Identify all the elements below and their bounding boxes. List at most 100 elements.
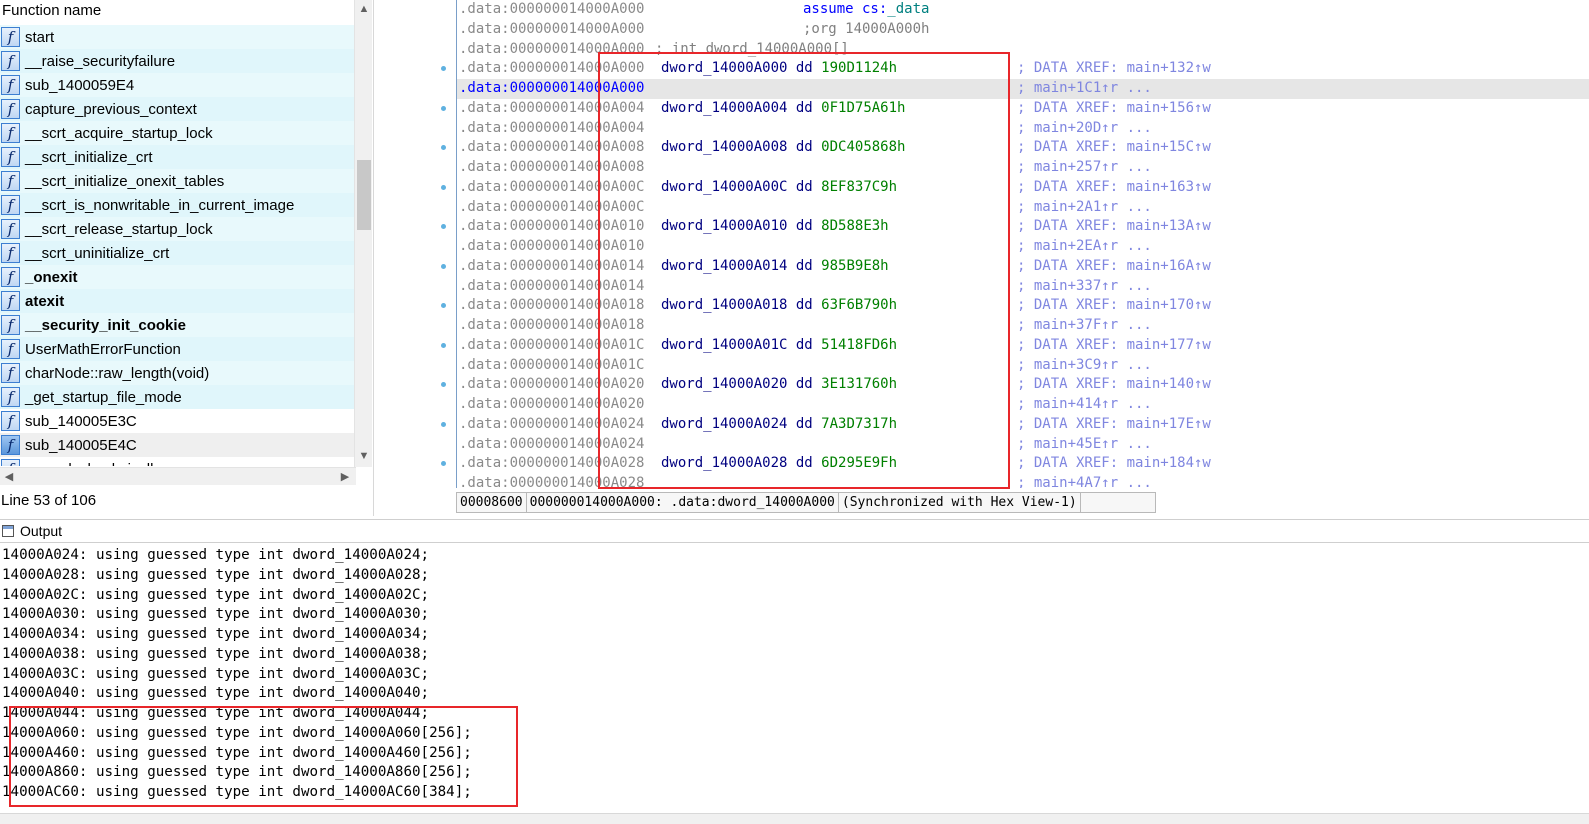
function-list-item[interactable]: f __scrt_acquire_startup_lock [0,121,354,145]
disassembly-listing[interactable]: .data:000000014000A000 assume cs:_data .da… [456,0,1589,488]
xref-continuation-line[interactable]: .data:000000014000A018 ; main+37F↑r ... [457,316,1589,336]
function-name: _guard_check_icall_nop [25,461,187,467]
data-definition-line[interactable]: .data:000000014000A00C dword_14000A00C dd… [457,178,1589,198]
function-list-item[interactable]: f __scrt_release_startup_lock [0,217,354,241]
function-list-item[interactable]: f __scrt_initialize_crt [0,145,354,169]
xref-comment[interactable]: ; DATA XREF: main+163↑w [1017,178,1211,197]
xref-comment[interactable]: ; main+37F↑r ... [1017,316,1152,335]
function-name-column-header[interactable]: Function name [0,0,356,22]
function-list-item[interactable]: f __scrt_initialize_onexit_tables [0,169,354,193]
scroll-right-icon[interactable]: ▶ [336,468,354,486]
xref-comment[interactable]: ; DATA XREF: main+132↑w [1017,59,1211,78]
xref-continuation-line[interactable]: .data:000000014000A020 ; main+414↑r ... [457,395,1589,415]
function-icon: f [1,75,20,95]
function-list[interactable]: f start f __raise_securityfailure f sub_14000… [0,25,354,466]
function-list-item[interactable]: f sub_1400059E4 [0,73,354,97]
xref-comment[interactable]: ; DATA XREF: main+15C↑w [1017,138,1211,157]
function-list-item[interactable]: f charNode::raw_length(void) [0,361,354,385]
scroll-left-icon[interactable]: ◀ [0,468,18,486]
function-list-item[interactable]: f __scrt_uninitialize_crt [0,241,354,265]
function-list-item[interactable]: f sub_140005E4C [0,433,354,457]
data-label: dword_14000A000 [661,60,788,76]
xref-comment[interactable]: ; DATA XREF: main+17E↑w [1017,415,1211,434]
xref-comment[interactable]: ; DATA XREF: main+16A↑w [1017,257,1211,276]
xref-continuation-line[interactable]: .data:000000014000A008 ; main+257↑r ... [457,158,1589,178]
data-value: 0F1D75A61h [821,100,906,116]
disassembly-line[interactable]: .data:000000014000A000 ; int dword_14000A… [457,40,1589,60]
data-definition-line[interactable]: .data:000000014000A018 dword_14000A018 dd… [457,296,1589,316]
xref-comment[interactable]: ; main+20D↑r ... [1017,119,1152,138]
function-name: __scrt_acquire_startup_lock [25,124,213,142]
xref-comment[interactable]: ; DATA XREF: main+177↑w [1017,336,1211,355]
function-list-horizontal-scrollbar[interactable]: ◀ ▶ [0,467,356,485]
data-item: dword_14000A000 dd 190D1124h [661,59,897,78]
data-directive: dd [795,60,813,76]
function-list-vertical-scrollbar[interactable]: ▲ ▼ [354,0,372,467]
xref-comment[interactable]: ; main+45E↑r ... [1017,435,1152,454]
function-icon: f [1,243,20,263]
output-window-titlebar[interactable]: Output [0,519,1589,543]
xref-continuation-line[interactable]: .data:000000014000A024 ; main+45E↑r ... [457,435,1589,455]
xref-comment[interactable]: ; main+2A1↑r ... [1017,198,1152,217]
xref-continuation-line[interactable]: .data:000000014000A010 ; main+2EA↑r ... [457,237,1589,257]
scroll-up-icon[interactable]: ▲ [355,0,373,18]
data-definition-line[interactable]: .data:000000014000A028 dword_14000A028 dd… [457,454,1589,474]
xref-continuation-line[interactable]: .data:000000014000A00C ; main+2A1↑r ... [457,198,1589,218]
xref-continuation-line[interactable]: .data:000000014000A004 ; main+20D↑r ... [457,119,1589,139]
line-address: .data:000000014000A00C [459,199,645,215]
function-list-item[interactable]: f __scrt_is_nonwritable_in_current_image [0,193,354,217]
current-location: 000000014000A000: .data:dword_14000A000 [527,493,839,512]
function-list-item[interactable]: f start [0,25,354,49]
data-directive: dd [795,139,813,155]
xref-continuation-line[interactable]: .data:000000014000A000 ; main+1C1↑r ... [457,79,1589,99]
xref-comment[interactable]: ; DATA XREF: main+156↑w [1017,99,1211,118]
xref-comment[interactable]: ; main+414↑r ... [1017,395,1152,414]
function-list-item[interactable]: f UserMathErrorFunction [0,337,354,361]
function-icon: f [1,219,20,239]
org-comment: ;org 14000A000h [803,21,930,37]
data-item: dword_14000A004 dd 0F1D75A61h [661,99,905,118]
function-list-item[interactable]: f _guard_check_icall_nop [0,457,354,466]
data-definition-line[interactable]: .data:000000014000A020 dword_14000A020 dd… [457,375,1589,395]
xref-continuation-line[interactable]: .data:000000014000A014 ; main+337↑r ... [457,277,1589,297]
function-list-item[interactable]: f atexit [0,289,354,313]
output-line: 14000A024: using guessed type int dword_… [2,547,430,563]
data-label: dword_14000A008 [661,139,788,155]
xref-comment[interactable]: ; main+2EA↑r ... [1017,237,1152,256]
scroll-down-icon[interactable]: ▼ [355,447,373,465]
xref-comment[interactable]: ; main+337↑r ... [1017,277,1152,296]
data-definition-line[interactable]: .data:000000014000A014 dword_14000A014 dd… [457,257,1589,277]
function-list-item[interactable]: f __security_init_cookie [0,313,354,337]
xref-comment[interactable]: ; main+257↑r ... [1017,158,1152,177]
data-definition-line[interactable]: .data:000000014000A024 dword_14000A024 dd… [457,415,1589,435]
function-list-item[interactable]: f _onexit [0,265,354,289]
scrollbar-thumb[interactable] [357,160,371,230]
disassembly-line[interactable]: .data:000000014000A000 assume cs:_data [457,0,1589,20]
xref-comment[interactable]: ; main+3C9↑r ... [1017,356,1152,375]
xref-continuation-line[interactable]: .data:000000014000A028 ; main+4A7↑r ... [457,474,1589,488]
output-line: 14000A028: using guessed type int dword_… [2,567,430,583]
data-definition-line[interactable]: .data:000000014000A010 dword_14000A010 dd… [457,217,1589,237]
xref-comment[interactable]: ; main+1C1↑r ... [1017,79,1152,98]
function-list-item[interactable]: f capture_previous_context [0,97,354,121]
xref-comment[interactable]: ; DATA XREF: main+184↑w [1017,454,1211,473]
function-list-item[interactable]: f sub_140005E3C [0,409,354,433]
data-definition-line[interactable]: .data:000000014000A01C dword_14000A01C dd… [457,336,1589,356]
disassembly-line[interactable]: .data:000000014000A000 ;org 14000A000h [457,20,1589,40]
data-directive: dd [795,416,813,432]
output-line: 14000A03C: using guessed type int dword_… [2,666,430,682]
panel-splitter[interactable] [373,0,374,516]
data-definition-line[interactable]: .data:000000014000A004 dword_14000A004 dd… [457,99,1589,119]
function-list-item[interactable]: f __raise_securityfailure [0,49,354,73]
data-value: 190D1124h [821,60,898,76]
data-definition-line[interactable]: .data:000000014000A008 dword_14000A008 dd… [457,138,1589,158]
xref-comment[interactable]: ; DATA XREF: main+140↑w [1017,375,1211,394]
xref-comment[interactable]: ; DATA XREF: main+13A↑w [1017,217,1211,236]
data-definition-line[interactable]: .data:000000014000A000 dword_14000A000 dd… [457,59,1589,79]
xref-comment[interactable]: ; DATA XREF: main+170↑w [1017,296,1211,315]
function-list-item[interactable]: f _get_startup_file_mode [0,385,354,409]
xref-comment[interactable]: ; main+4A7↑r ... [1017,474,1152,488]
line-address: .data:000000014000A028 [459,475,645,488]
xref-continuation-line[interactable]: .data:000000014000A01C ; main+3C9↑r ... [457,356,1589,376]
output-log[interactable]: 14000A024: using guessed type int dword_… [0,543,1589,813]
